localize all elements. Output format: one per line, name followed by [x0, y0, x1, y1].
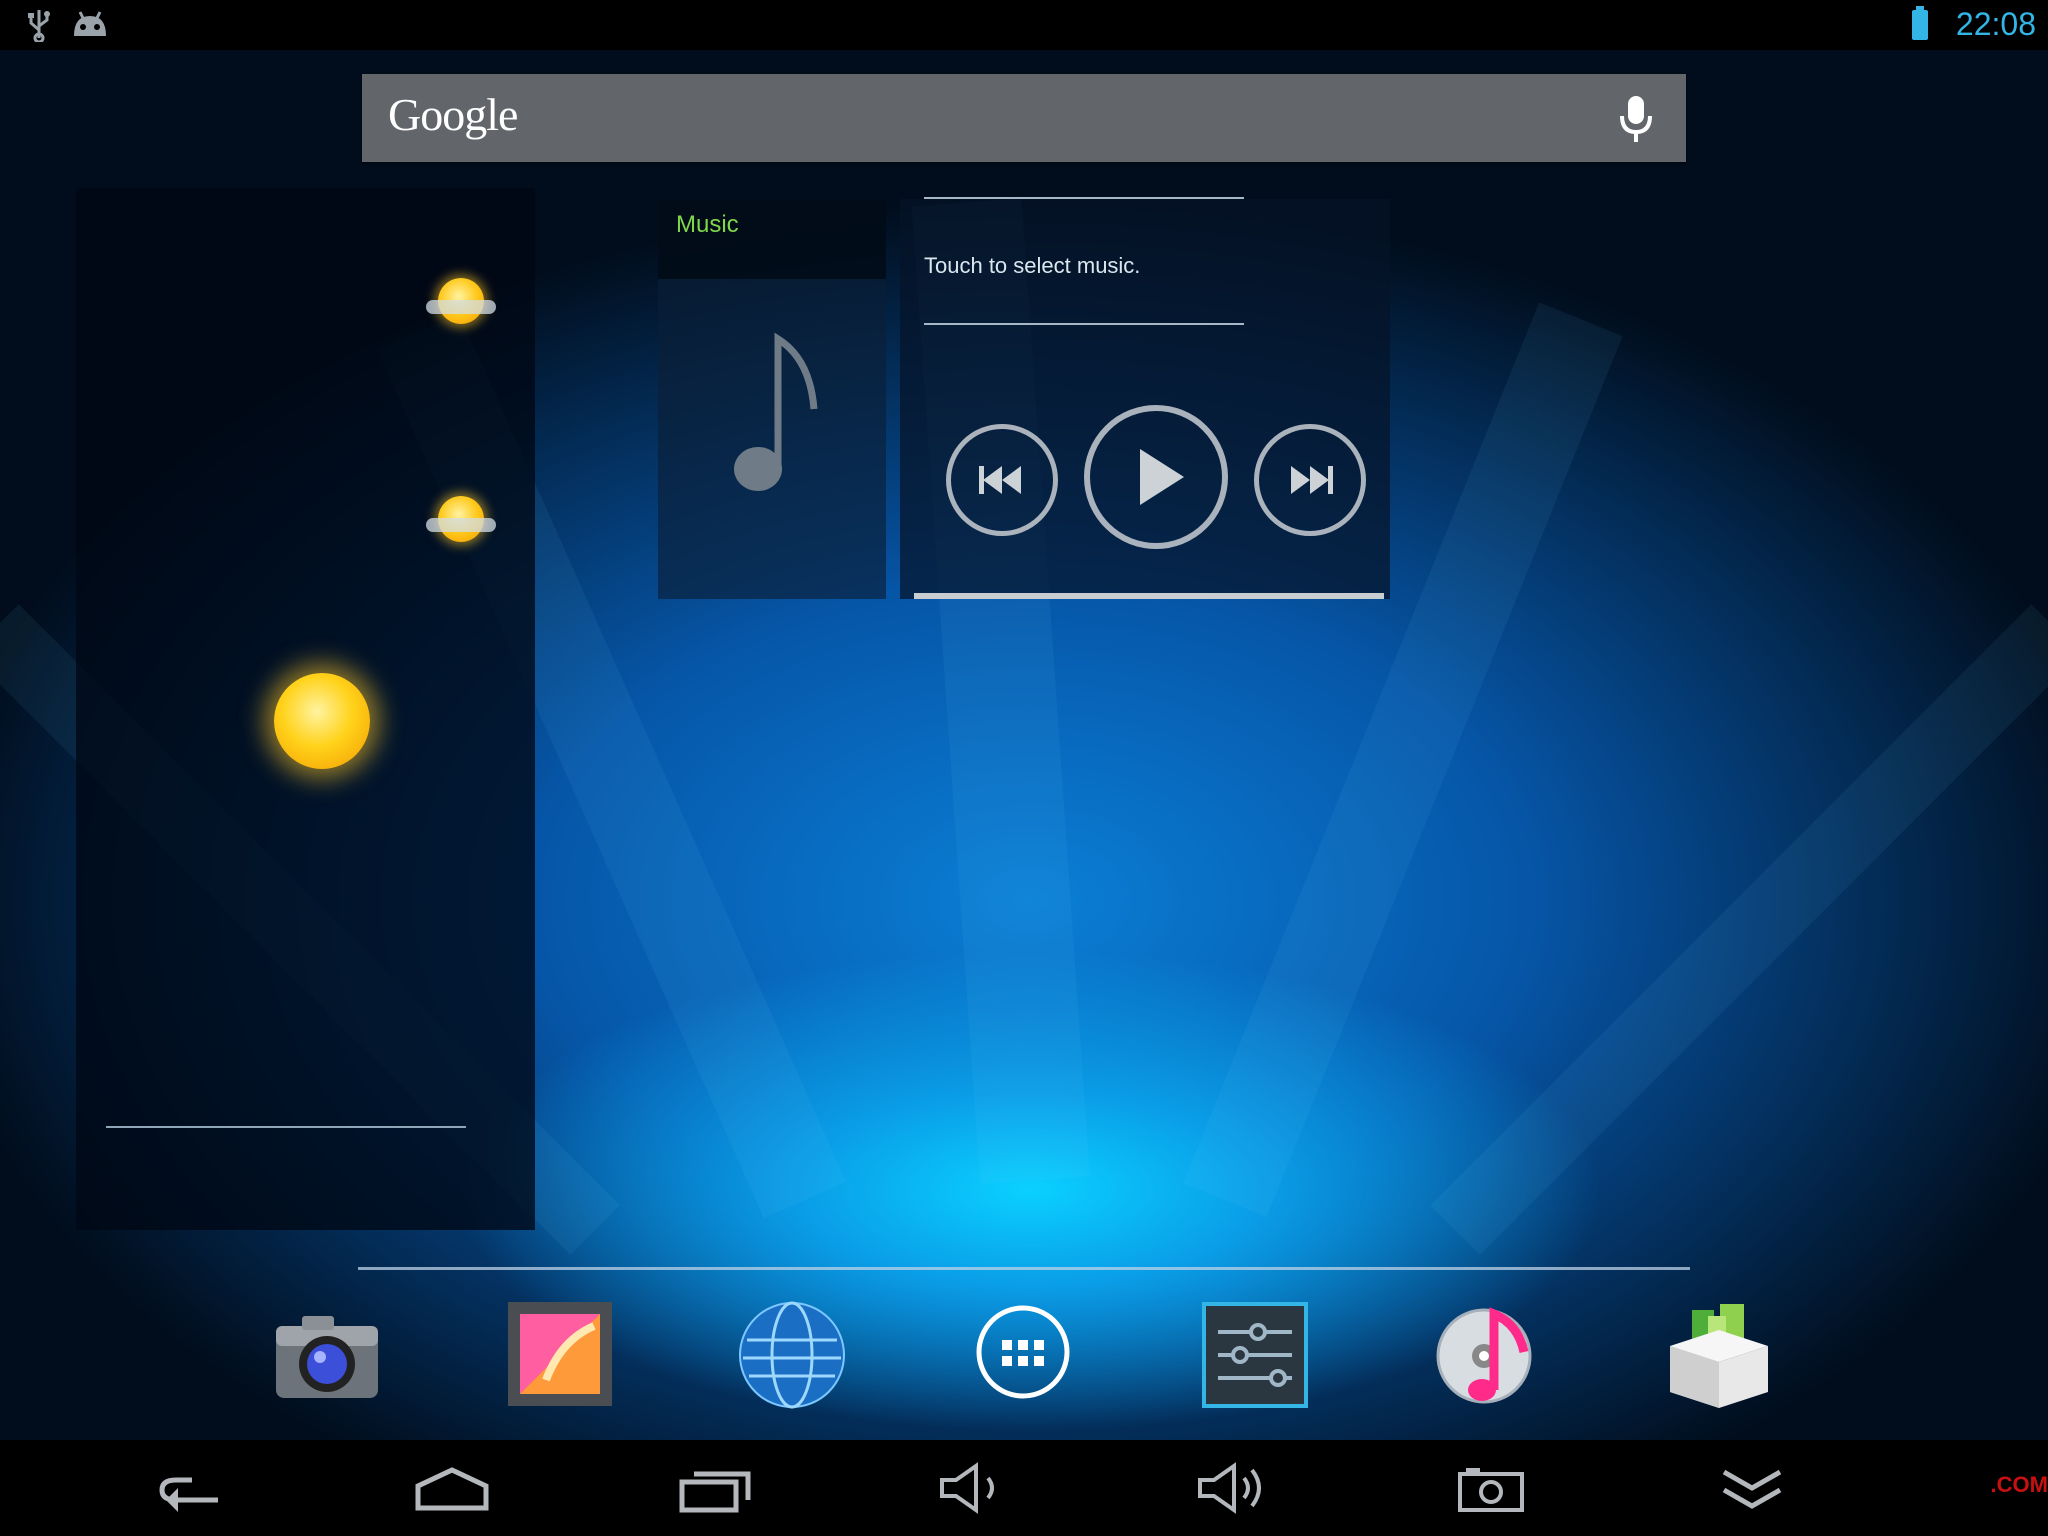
music-album-art[interactable]: Music — [658, 199, 886, 599]
volume-up-icon[interactable] — [1192, 1462, 1272, 1514]
screenshot-icon[interactable] — [1452, 1462, 1532, 1514]
app-installer-icon[interactable] — [1664, 1300, 1774, 1410]
sun-icon — [274, 673, 370, 769]
collapse-icon[interactable] — [1712, 1462, 1792, 1514]
clock: 22:08 — [1955, 6, 2036, 42]
music-header: Music — [658, 199, 886, 279]
android-debug-icon — [74, 11, 106, 36]
cloud-shape — [426, 300, 496, 314]
music-line-top — [924, 197, 1244, 199]
weather-divider — [106, 1126, 466, 1128]
back-icon[interactable] — [152, 1462, 232, 1514]
previous-icon — [979, 466, 1021, 494]
settings-icon[interactable] — [1200, 1300, 1310, 1410]
music-controls-panel[interactable]: Touch to select music. — [900, 197, 1390, 599]
recent-apps-icon[interactable] — [676, 1462, 756, 1514]
status-bar: 22:08 — [0, 0, 2048, 50]
music-progress-bar — [914, 593, 1384, 599]
camera-icon[interactable] — [272, 1300, 382, 1410]
previous-button[interactable] — [946, 424, 1058, 536]
home-icon[interactable] — [412, 1462, 492, 1514]
gallery-icon[interactable] — [506, 1300, 616, 1410]
music-status-text[interactable]: Touch to select music. — [924, 253, 1140, 279]
all-apps-icon[interactable] — [968, 1300, 1078, 1410]
watermark-text: .COM — [1990, 1472, 2048, 1497]
usb-icon — [28, 10, 50, 42]
cloud-shape — [426, 518, 496, 532]
browser-icon[interactable] — [737, 1300, 847, 1410]
microphone-icon[interactable] — [1616, 94, 1656, 144]
music-label: Music — [676, 211, 739, 238]
dock-divider — [358, 1267, 1690, 1270]
next-icon — [1291, 466, 1333, 494]
battery-icon — [1912, 6, 1928, 40]
google-logo[interactable]: Google — [388, 88, 518, 141]
next-button[interactable] — [1254, 424, 1366, 536]
google-search-bar[interactable]: Google — [362, 74, 1686, 162]
music-note-icon — [734, 332, 818, 491]
music-line-bottom — [924, 323, 1244, 325]
weather-widget[interactable] — [76, 188, 535, 1230]
navigation-bar: .COM — [0, 1440, 2048, 1536]
volume-down-icon[interactable] — [934, 1462, 1014, 1514]
play-icon — [1140, 449, 1184, 505]
music-player-icon[interactable] — [1432, 1300, 1542, 1410]
play-button[interactable] — [1084, 405, 1228, 549]
